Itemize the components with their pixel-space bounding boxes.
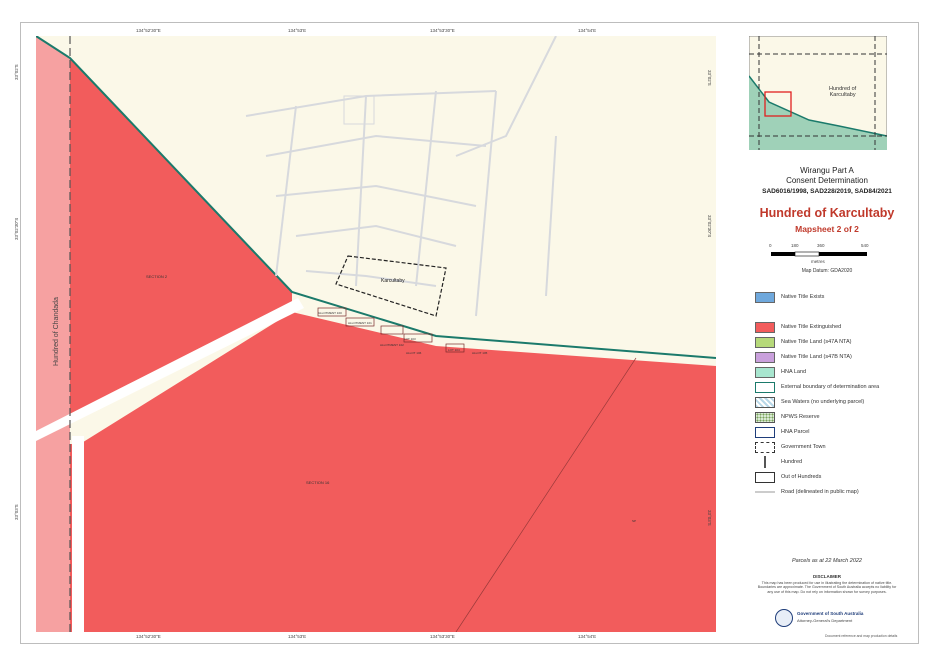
label-lot-1: ALLOTMENT 100 (318, 311, 342, 315)
tick-right-3: 33°03'S (707, 510, 712, 526)
legend-label: Sea Waters (no underlying parcel) (781, 399, 865, 405)
label-lot-4: LOT 103 (404, 337, 416, 341)
label-hundred-chandada: Hundred of Chandada (53, 297, 60, 366)
label-lot-6: LOT 104 (448, 348, 460, 352)
label-section-a: SECTION 2 (146, 274, 168, 279)
org-line2: Attorney-General's Department (797, 618, 853, 623)
legend-row: HNA Parcel (755, 425, 809, 439)
map-title: Hundred of Karcultaby (759, 206, 895, 220)
legend-label: Native Title Land (s47B NTA) (781, 354, 852, 360)
inset-label: Hundred of Karcultaby (829, 86, 857, 98)
legend-label: Native Title Extinguished (781, 324, 842, 330)
label-lot-5: ALLOT 106 (406, 351, 422, 355)
legend-swatch (755, 351, 775, 363)
legend-row: Native Title Land (s47B NTA) (755, 350, 852, 364)
legend-label: HNA Land (781, 369, 807, 375)
legend-swatch (755, 336, 775, 348)
scale-tick-1: 180 (791, 243, 799, 248)
legend-row: Native Title Exists (755, 290, 824, 304)
scale-tick-3: 540 (861, 243, 869, 248)
legend-swatch (764, 456, 775, 468)
label-lot-7: ALLOT 105 (472, 351, 488, 355)
scale-tick-0: 0 (769, 243, 772, 248)
legend-swatch (755, 471, 775, 483)
scale-tick-2: 360 (817, 243, 825, 248)
legend-row: Hundred (755, 455, 802, 469)
disclaimer-title: DISCLAIMER (813, 574, 841, 579)
legend-row: HNA Land (755, 365, 806, 379)
tick-top-2: 134°53'E (288, 28, 307, 33)
tick-bottom-2: 134°53'E (288, 634, 307, 639)
legend-label: HNA Parcel (781, 429, 810, 435)
legend-swatch (755, 381, 775, 393)
tick-top-3: 134°53'30"E (430, 28, 455, 33)
tick-top-1: 134°52'30"E (136, 28, 161, 33)
legend-row: Road (delineated in public map) (755, 485, 859, 499)
legend-swatch (755, 366, 775, 378)
label-section-b: SECTION 16 (306, 480, 330, 485)
heading-line3: SAD6016/1998, SAD228/2019, SAD84/2021 (762, 188, 892, 195)
tick-left-3: 33°03'S (14, 504, 19, 520)
legend-row: Native Title Land (s47A NTA) (755, 335, 852, 349)
locator-inset-map (749, 36, 887, 150)
legend-row: Native Title Extinguished (755, 320, 841, 334)
tick-top-4: 134°54'E (578, 28, 597, 33)
vertical-road (72, 436, 84, 632)
legend-label: Government Town (781, 444, 826, 450)
map-legend-panel: Hundred of Karcultaby Wirangu Part A Con… (747, 36, 907, 641)
map-canvas[interactable]: Hundred of Chandada SECTION 2 SECTION 16… (36, 36, 716, 632)
legend-swatch (755, 291, 775, 303)
legend-swatch (755, 491, 775, 493)
tick-left-2: 33°02'30"S (14, 217, 19, 240)
tick-bottom-3: 134°53'30"E (430, 634, 455, 639)
tick-left-1: 33°02'S (14, 64, 19, 80)
legend-label: Native Title Land (s47A NTA) (781, 339, 852, 345)
scale-bar (771, 251, 867, 257)
legend-swatch (755, 441, 775, 453)
legend-label: NPWS Reserve (781, 414, 820, 420)
legend-swatch (755, 411, 775, 423)
legend-row: Government Town (755, 440, 826, 454)
tick-right-2: 33°02'30"S (707, 215, 712, 238)
legend-row: NPWS Reserve (755, 410, 820, 424)
legend-swatch (755, 426, 775, 438)
government-logo (775, 609, 793, 627)
label-lot-3: ALLOTMENT 102 (380, 343, 404, 347)
label-lot-2: ALLOTMENT 101 (348, 321, 372, 325)
legend-label: External boundary of determination area (781, 384, 880, 390)
legend-row: External boundary of determination area (755, 380, 879, 394)
legend-label: Native Title Exists (781, 294, 825, 300)
label-town: Karcultaby (381, 278, 405, 284)
legend-swatch (755, 321, 775, 333)
document-ref: Document reference and map production de… (825, 634, 898, 638)
legend-row: Out of Hundreds (755, 470, 821, 484)
map-datum: Map Datum: GDA2020 (801, 268, 853, 274)
org-line1: Government of South Australia (797, 611, 864, 616)
disclaimer-text: This map has been produced for use in il… (757, 581, 897, 594)
heading-line1: Wirangu Part A (800, 166, 854, 175)
legend-row: Sea Waters (no underlying parcel) (755, 395, 864, 409)
label-parcel-sw: SP (632, 519, 636, 523)
legend-label: Hundred (781, 459, 803, 465)
tick-bottom-4: 134°54'E (578, 634, 597, 639)
scale-unit: metres (811, 259, 825, 264)
tick-right-1: 33°02'S (707, 70, 712, 86)
map-subtitle: Mapsheet 2 of 2 (795, 224, 859, 234)
legend-list: Native Title Exists Native Title Extingui… (755, 290, 905, 500)
legend-label: Out of Hundreds (781, 474, 822, 480)
legend-swatch (755, 396, 775, 408)
parcels-date: Parcels as at 22 March 2022 (791, 558, 862, 564)
tick-bottom-1: 134°52'30"E (136, 634, 161, 639)
legend-label: Road (delineated in public map) (781, 489, 859, 495)
heading-line2: Consent Determination (786, 176, 868, 185)
